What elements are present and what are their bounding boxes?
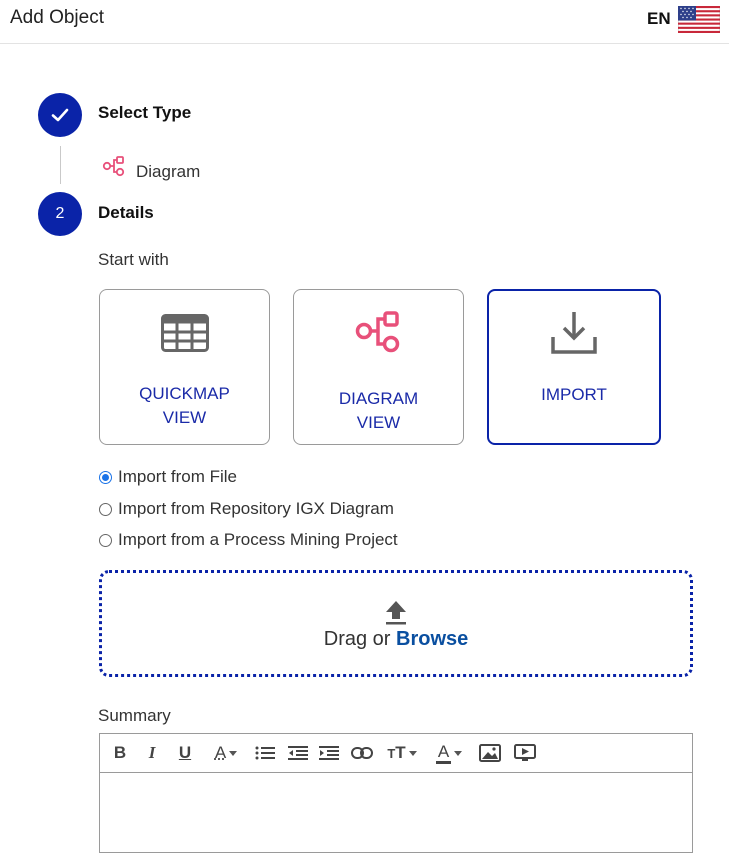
file-dropzone[interactable]: Drag or Browse xyxy=(99,570,693,677)
import-option-file-label: Import from File xyxy=(118,467,238,486)
diagram-label-line2: VIEW xyxy=(356,413,401,432)
drag-or-text: Drag or xyxy=(323,628,396,650)
italic-icon[interactable]: I xyxy=(144,741,160,765)
radio-import-from-repository[interactable] xyxy=(99,502,112,516)
text-size-icon[interactable]: TT xyxy=(383,741,421,765)
link-icon[interactable] xyxy=(351,741,373,765)
quickmap-label-line1: QUICKMAP xyxy=(139,384,230,403)
radio-import-from-file[interactable] xyxy=(99,470,112,484)
step-2-circle: 2 xyxy=(38,192,82,236)
bulleted-list-icon[interactable] xyxy=(254,741,276,765)
diagram-label-line1: DIAGRAM xyxy=(338,389,419,408)
video-icon[interactable] xyxy=(513,741,537,765)
outdent-icon[interactable] xyxy=(287,741,309,765)
summary-label: Summary xyxy=(98,706,171,725)
step-2-title: Details xyxy=(98,203,154,222)
bold-icon[interactable]: B xyxy=(112,741,128,765)
radio-import-from-process-mining[interactable] xyxy=(99,533,112,547)
import-option-repository-label: Import from Repository IGX Diagram xyxy=(118,499,394,518)
import-option-process-mining[interactable]: Import from a Process Mining Project xyxy=(99,530,398,550)
start-with-label: Start with xyxy=(98,250,169,269)
us-flag-icon[interactable] xyxy=(678,6,720,33)
selected-type: Diagram xyxy=(102,150,200,182)
import-label: IMPORT xyxy=(541,385,607,404)
font-color-icon[interactable]: A xyxy=(207,741,245,765)
indent-icon[interactable] xyxy=(318,741,340,765)
underline-icon[interactable]: U xyxy=(176,741,194,765)
dropzone-text: Drag or Browse xyxy=(102,628,690,651)
quickmap-view-card[interactable]: QUICKMAP VIEW xyxy=(99,289,270,445)
step-connector xyxy=(60,146,61,184)
import-option-file[interactable]: Import from File xyxy=(99,467,237,487)
browse-link[interactable]: Browse xyxy=(396,628,468,650)
quickmap-label-line2: VIEW xyxy=(162,408,207,427)
highlight-color-icon[interactable]: A xyxy=(430,741,468,765)
checkmark-icon xyxy=(51,108,69,122)
selected-type-label: Diagram xyxy=(136,162,201,181)
step-1-complete-circle xyxy=(38,93,82,137)
download-icon xyxy=(551,312,597,354)
table-grid-icon xyxy=(160,314,209,352)
diagram-icon xyxy=(102,156,125,177)
language-code[interactable]: EN xyxy=(647,9,671,29)
import-card[interactable]: IMPORT xyxy=(487,289,661,445)
diagram-icon xyxy=(355,311,399,353)
header: Add Object EN xyxy=(0,0,729,44)
import-option-process-mining-label: Import from a Process Mining Project xyxy=(118,530,398,549)
editor-toolbar: B I U A TT A xyxy=(100,734,692,773)
summary-editor[interactable]: B I U A TT A xyxy=(99,733,693,853)
diagram-view-card[interactable]: DIAGRAM VIEW xyxy=(293,289,464,445)
image-icon[interactable] xyxy=(478,741,502,765)
page-title: Add Object xyxy=(10,7,104,28)
import-option-repository[interactable]: Import from Repository IGX Diagram xyxy=(99,499,394,519)
upload-icon xyxy=(386,601,406,625)
step-1-title: Select Type xyxy=(98,103,192,122)
